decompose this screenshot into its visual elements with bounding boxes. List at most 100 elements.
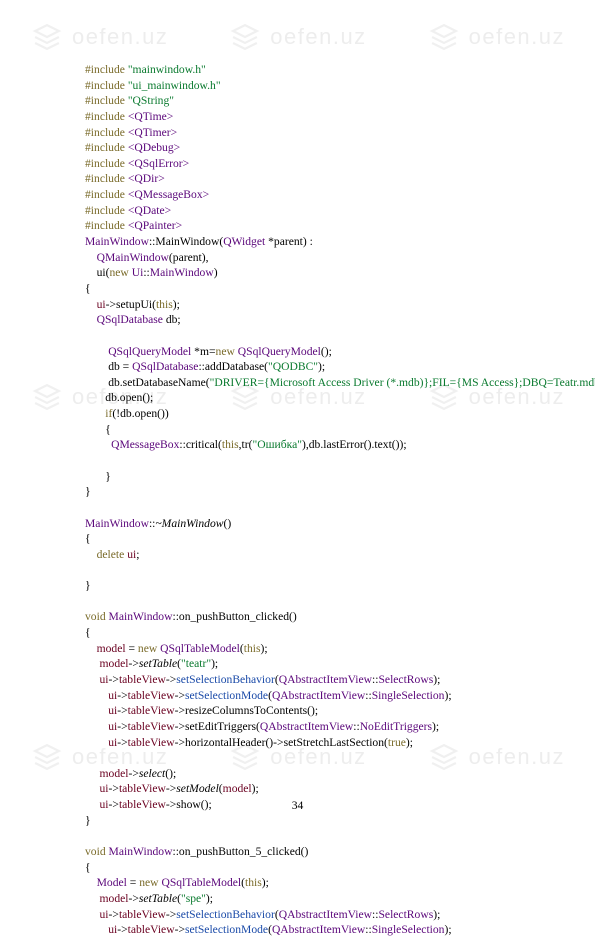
code-line: } bbox=[85, 578, 533, 594]
code-token: ); bbox=[432, 720, 439, 733]
code-token: (); bbox=[165, 767, 176, 780]
code-token: ::addDatabase( bbox=[198, 360, 268, 373]
code-token: db = bbox=[85, 360, 132, 373]
code-token: SingleSelection bbox=[372, 689, 445, 702]
code-token: #include bbox=[85, 204, 125, 217]
code-token: db.open(); bbox=[85, 391, 153, 404]
code-token: ->horizontalHeader()->setStretchLastSect… bbox=[175, 736, 388, 749]
code-token: ui bbox=[100, 908, 109, 921]
code-token: true bbox=[388, 736, 406, 749]
code-token bbox=[85, 829, 88, 842]
code-token bbox=[85, 751, 88, 764]
code-token: { bbox=[85, 626, 91, 639]
code-line: ui->tableView->resizeColumnsToContents()… bbox=[85, 703, 533, 719]
code-token: QSqlDatabase bbox=[97, 313, 163, 326]
code-line: } bbox=[85, 484, 533, 500]
page-content: #include "mainwindow.h" #include "ui_main… bbox=[0, 0, 595, 842]
code-token bbox=[85, 329, 88, 342]
code-token: "QODBC" bbox=[268, 360, 318, 373]
code-token bbox=[85, 673, 100, 686]
code-line: db.setDatabaseName("DRIVER={Microsoft Ac… bbox=[85, 375, 533, 391]
code-line: model = new QSqlTableModel(this); bbox=[85, 641, 533, 657]
code-token: ); bbox=[262, 876, 269, 889]
code-token: setSelectionBehavior bbox=[176, 908, 275, 921]
code-token: tableView bbox=[128, 923, 175, 936]
code-token: -> bbox=[109, 908, 119, 921]
code-token bbox=[85, 454, 88, 467]
code-token: -> bbox=[109, 673, 119, 686]
code-token: -> bbox=[117, 736, 127, 749]
code-token: "teatr" bbox=[181, 657, 211, 670]
code-line: ui(new Ui::MainWindow) bbox=[85, 265, 533, 281]
code-token: = bbox=[126, 642, 138, 655]
code-line: db.open(); bbox=[85, 390, 533, 406]
code-token: "spe" bbox=[181, 892, 206, 905]
code-token: ::MainWindow( bbox=[149, 235, 223, 248]
page-number: 34 bbox=[0, 798, 595, 814]
code-line: } bbox=[85, 813, 533, 829]
code-line: void MainWindow::on_pushButton_5_clicked… bbox=[85, 844, 533, 860]
code-line: #include "QString" bbox=[85, 93, 533, 109]
code-token: ui bbox=[108, 689, 117, 702]
code-token: void bbox=[85, 610, 106, 623]
code-token: QAbstractItemView bbox=[272, 923, 365, 936]
code-token: setTable bbox=[139, 892, 177, 905]
code-token: "mainwindow.h" bbox=[128, 63, 206, 76]
code-token: ui bbox=[100, 782, 109, 795]
code-token: MainWindow bbox=[85, 235, 149, 248]
code-line bbox=[85, 500, 533, 516]
code-token: -> bbox=[166, 908, 176, 921]
code-line: #include <QPainter> bbox=[85, 218, 533, 234]
code-token: QSqlQueryModel bbox=[108, 345, 191, 358]
code-line: ui->tableView->setSelectionMode(QAbstrac… bbox=[85, 922, 533, 938]
code-token: (); bbox=[321, 345, 332, 358]
code-line: ui->tableView->setSelectionMode(QAbstrac… bbox=[85, 688, 533, 704]
code-token: this bbox=[156, 298, 173, 311]
code-line: QMainWindow(parent), bbox=[85, 250, 533, 266]
code-token: "QString" bbox=[128, 94, 174, 107]
code-token: ui bbox=[108, 923, 117, 936]
code-token: ui( bbox=[85, 266, 109, 279]
code-token bbox=[85, 251, 97, 264]
code-line: #include <QDir> bbox=[85, 171, 533, 187]
code-token: "DRIVER={Microsoft Access Driver (*.mdb)… bbox=[210, 376, 595, 389]
code-token: #include bbox=[85, 63, 125, 76]
code-token: ); bbox=[433, 673, 440, 686]
code-line: model->setTable("teatr"); bbox=[85, 656, 533, 672]
code-line: model->setTable("spe"); bbox=[85, 891, 533, 907]
code-token: <QTime> bbox=[128, 110, 174, 123]
code-token bbox=[85, 892, 100, 905]
code-token bbox=[85, 407, 105, 420]
code-line: #include <QDate> bbox=[85, 203, 533, 219]
code-token: "Ошибка" bbox=[252, 438, 301, 451]
code-token: ::on_pushButton_5_clicked() bbox=[172, 845, 308, 858]
code-token bbox=[85, 876, 97, 889]
code-token: ); bbox=[433, 908, 440, 921]
code-token: ); bbox=[406, 736, 413, 749]
code-token: #include bbox=[85, 110, 125, 123]
code-token bbox=[85, 923, 108, 936]
code-token: QSqlDatabase bbox=[132, 360, 198, 373]
code-token: QAbstractItemView bbox=[279, 673, 372, 686]
code-line: { bbox=[85, 625, 533, 641]
code-token: -> bbox=[166, 673, 176, 686]
code-token: ); bbox=[211, 657, 218, 670]
code-token: tableView bbox=[128, 720, 175, 733]
code-line: void MainWindow::on_pushButton_clicked() bbox=[85, 609, 533, 625]
code-line: Model = new QSqlTableModel(this); bbox=[85, 875, 533, 891]
code-line bbox=[85, 328, 533, 344]
code-token: *m= bbox=[191, 345, 215, 358]
code-token: *parent) : bbox=[265, 235, 313, 248]
code-token: -> bbox=[117, 689, 127, 702]
code-token: setSelectionMode bbox=[185, 689, 268, 702]
code-token: model bbox=[100, 767, 129, 780]
code-line: QSqlDatabase db; bbox=[85, 312, 533, 328]
code-line: delete ui; bbox=[85, 547, 533, 563]
code-line: ui->tableView->horizontalHeader()->setSt… bbox=[85, 735, 533, 751]
code-token: tableView bbox=[119, 908, 166, 921]
code-token: () bbox=[224, 517, 232, 530]
code-token: delete bbox=[97, 548, 125, 561]
code-token bbox=[85, 313, 97, 326]
code-token: ,tr( bbox=[239, 438, 253, 451]
code-line: #include "ui_mainwindow.h" bbox=[85, 78, 533, 94]
